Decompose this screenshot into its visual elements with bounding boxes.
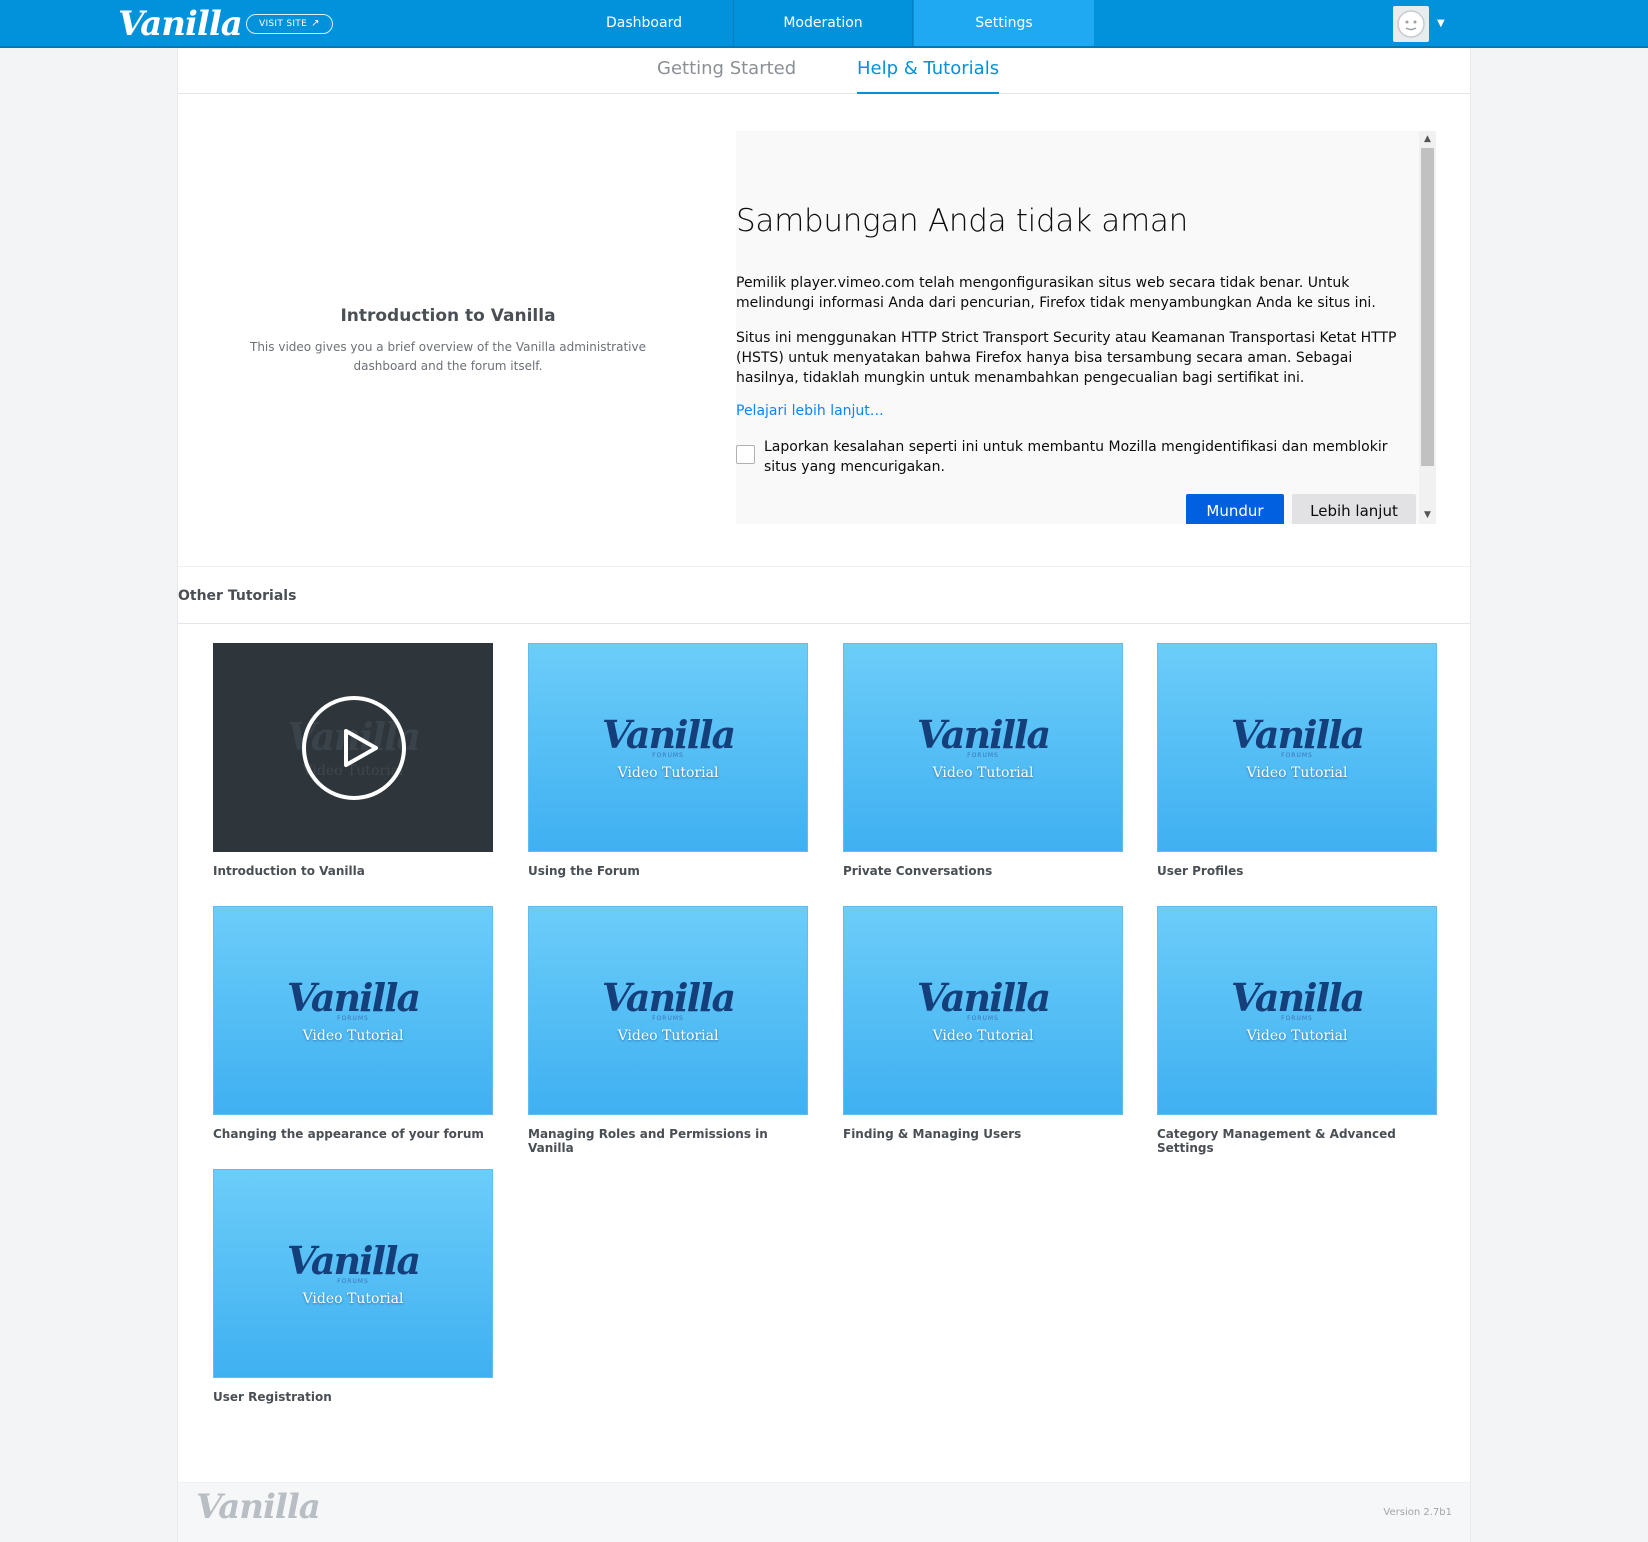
featured-video-title: Introduction to Vanilla bbox=[340, 306, 556, 326]
thumbnail-forums: FORUMS bbox=[652, 1014, 684, 1022]
tutorial-thumbnail[interactable]: Vanilla FORUMS Video Tutorial bbox=[528, 906, 808, 1115]
thumbnail-subtitle: Video Tutorial bbox=[302, 1290, 404, 1307]
tab-help-tutorials[interactable]: Help & Tutorials bbox=[857, 58, 1000, 94]
thumbnail-logo: Vanilla bbox=[601, 711, 736, 757]
thumbnail-logo: Vanilla bbox=[286, 1237, 421, 1283]
thumbnail-subtitle: Video Tutorial bbox=[302, 1027, 404, 1044]
scroll-down-icon[interactable]: ▼ bbox=[1419, 507, 1436, 524]
main-panel: Getting Started Help & Tutorials Introdu… bbox=[177, 48, 1471, 1542]
tutorial-tile[interactable]: Vanilla FORUMS Video Tutorial Using the … bbox=[528, 643, 808, 878]
thumbnail-forums: FORUMS bbox=[652, 751, 684, 759]
tutorial-thumbnail[interactable]: Vanilla FORUMS Video Tutorial bbox=[843, 906, 1123, 1115]
nav-tab-settings[interactable]: Settings bbox=[914, 0, 1094, 46]
tutorial-tile[interactable]: Vanilla Video Tutorial Introduction to V… bbox=[213, 643, 493, 878]
thumbnail-logo: Vanilla bbox=[916, 711, 1051, 757]
tutorial-label[interactable]: User Registration bbox=[213, 1390, 493, 1404]
tutorial-thumbnail[interactable]: Vanilla FORUMS Video Tutorial bbox=[1157, 643, 1437, 852]
tab-getting-started[interactable]: Getting Started bbox=[657, 58, 796, 94]
tutorial-label[interactable]: Managing Roles and Permissions in Vanill… bbox=[528, 1127, 808, 1155]
thumbnail-forums: FORUMS bbox=[337, 1014, 369, 1022]
caret-down-icon[interactable]: ▼ bbox=[1437, 18, 1445, 29]
tutorial-label[interactable]: User Profiles bbox=[1157, 864, 1437, 878]
nav-tab-dashboard[interactable]: Dashboard bbox=[554, 0, 734, 46]
thumbnail-logo: Vanilla bbox=[1230, 711, 1365, 757]
tutorial-label[interactable]: Finding & Managing Users bbox=[843, 1127, 1123, 1141]
thumbnail-subtitle: Video Tutorial bbox=[932, 764, 1034, 781]
featured-video-description: This video gives you a brief overview of… bbox=[250, 340, 646, 373]
tutorial-thumbnail[interactable]: Vanilla Video Tutorial bbox=[213, 643, 493, 852]
advanced-button[interactable]: Lebih lanjut bbox=[1292, 494, 1416, 524]
user-avatar-icon[interactable] bbox=[1393, 6, 1429, 42]
thumbnail-logo: Vanilla bbox=[916, 974, 1051, 1020]
thumbnail-subtitle: Video Tutorial bbox=[617, 764, 719, 781]
error-paragraph-1: Pemilik player.vimeo.com telah mengonfig… bbox=[736, 275, 1376, 311]
tutorial-thumbnail[interactable]: Vanilla FORUMS Video Tutorial bbox=[213, 906, 493, 1115]
divider bbox=[178, 623, 1470, 624]
error-title: Sambungan Anda tidak aman bbox=[736, 203, 1188, 239]
embedded-video-frame: Sambungan Anda tidak aman Pemilik player… bbox=[736, 131, 1436, 524]
thumbnail-subtitle: Video Tutorial bbox=[1246, 1027, 1348, 1044]
tutorial-tile[interactable]: Vanilla FORUMS Video Tutorial Changing t… bbox=[213, 906, 493, 1141]
tutorial-tile[interactable]: Vanilla FORUMS Video Tutorial User Profi… bbox=[1157, 643, 1437, 878]
sub-navigation: Getting Started Help & Tutorials bbox=[178, 48, 1470, 94]
go-back-button[interactable]: Mundur bbox=[1186, 494, 1284, 524]
other-tutorials-heading: Other Tutorials bbox=[178, 588, 297, 604]
thumbnail-forums: FORUMS bbox=[1281, 751, 1313, 759]
tutorial-label[interactable]: Using the Forum bbox=[528, 864, 808, 878]
tutorial-thumbnail[interactable]: Vanilla FORUMS Video Tutorial bbox=[213, 1169, 493, 1378]
report-checkbox[interactable] bbox=[736, 445, 755, 464]
thumbnail-logo: Vanilla bbox=[1230, 974, 1365, 1020]
thumbnail-subtitle: Video Tutorial bbox=[617, 1027, 719, 1044]
tutorial-label[interactable]: Private Conversations bbox=[843, 864, 1123, 878]
learn-more-link[interactable]: Pelajari lebih lanjut… bbox=[736, 403, 884, 419]
divider bbox=[178, 566, 1470, 567]
thumbnail-subtitle: Video Tutorial bbox=[1246, 764, 1348, 781]
tutorial-thumbnail[interactable]: Vanilla FORUMS Video Tutorial bbox=[528, 643, 808, 852]
featured-video-info: Introduction to Vanilla This video gives… bbox=[238, 306, 658, 376]
tutorial-tile[interactable]: Vanilla FORUMS Video Tutorial Private Co… bbox=[843, 643, 1123, 878]
embed-scrollbar[interactable]: ▲ ▼ bbox=[1419, 131, 1436, 524]
tutorial-thumbnail[interactable]: Vanilla FORUMS Video Tutorial bbox=[1157, 906, 1437, 1115]
nav-tab-moderation[interactable]: Moderation bbox=[733, 0, 913, 46]
footer-vanilla-logo[interactable]: Vanilla bbox=[196, 1487, 321, 1527]
thumbnail-subtitle: Video Tutorial bbox=[932, 1027, 1034, 1044]
visit-site-button[interactable]: VISIT SITE ↗ bbox=[246, 14, 333, 34]
tutorial-label[interactable]: Category Management & Advanced Settings bbox=[1157, 1127, 1437, 1155]
report-checkbox-label[interactable]: Laporkan kesalahan seperti ini untuk mem… bbox=[764, 437, 1404, 477]
tutorial-thumbnail[interactable]: Vanilla FORUMS Video Tutorial bbox=[843, 643, 1123, 852]
external-link-icon: ↗ bbox=[311, 18, 320, 29]
tutorial-label[interactable]: Introduction to Vanilla bbox=[213, 864, 493, 878]
vanilla-logo[interactable]: Vanilla bbox=[118, 4, 243, 44]
thumbnail-forums: FORUMS bbox=[1281, 1014, 1313, 1022]
tutorial-tile[interactable]: Vanilla FORUMS Video Tutorial User Regis… bbox=[213, 1169, 493, 1404]
tutorial-tile[interactable]: Vanilla FORUMS Video Tutorial Finding & … bbox=[843, 906, 1123, 1141]
thumbnail-logo: Vanilla bbox=[601, 974, 736, 1020]
thumbnail-forums: FORUMS bbox=[967, 1014, 999, 1022]
scroll-up-icon[interactable]: ▲ bbox=[1419, 131, 1436, 148]
tutorial-tile[interactable]: Vanilla FORUMS Video Tutorial Category M… bbox=[1157, 906, 1437, 1155]
visit-site-label: VISIT SITE bbox=[259, 19, 308, 29]
play-icon[interactable] bbox=[302, 696, 406, 800]
error-paragraph-2: Situs ini menggunakan HTTP Strict Transp… bbox=[736, 330, 1397, 386]
top-navigation-bar: Vanilla VISIT SITE ↗ Dashboard Moderation… bbox=[0, 0, 1648, 48]
version-text: Version 2.7b1 bbox=[1383, 1507, 1452, 1518]
tutorial-tile[interactable]: Vanilla FORUMS Video Tutorial Managing R… bbox=[528, 906, 808, 1155]
tutorial-label[interactable]: Changing the appearance of your forum bbox=[213, 1127, 493, 1141]
thumbnail-forums: FORUMS bbox=[337, 1277, 369, 1285]
thumbnail-logo: Vanilla bbox=[286, 974, 421, 1020]
footer: Vanilla Version 2.7b1 bbox=[178, 1483, 1470, 1542]
scroll-thumb[interactable] bbox=[1421, 148, 1434, 466]
thumbnail-forums: FORUMS bbox=[967, 751, 999, 759]
